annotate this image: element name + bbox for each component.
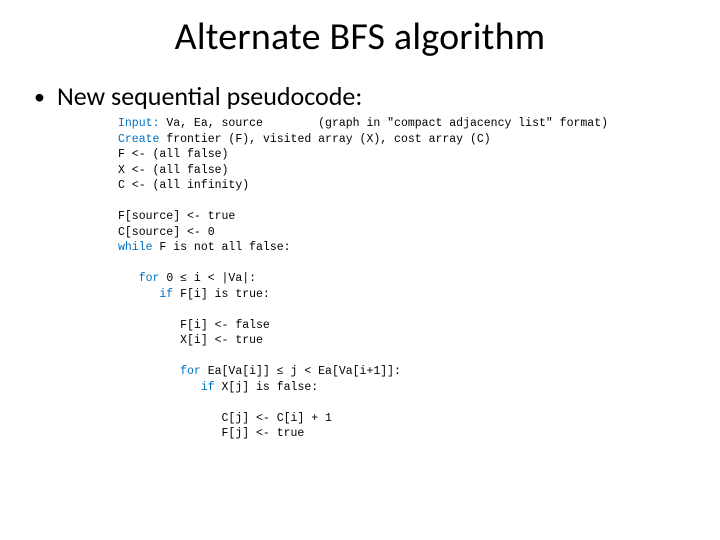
bullet-item: • New sequential pseudocode: [34, 80, 680, 112]
slide-title: Alternate BFS algorithm [40, 14, 680, 60]
kw-if: if [118, 288, 173, 301]
code-line: F[j] <- true [118, 427, 304, 440]
slide: Alternate BFS algorithm • New sequential… [0, 0, 720, 540]
kw-for: for [118, 365, 201, 378]
code-line: Va, Ea, source (graph in "compact adjace… [159, 117, 608, 130]
code-line: C <- (all infinity) [118, 179, 249, 192]
kw-create: Create [118, 133, 159, 146]
bullet-text: New sequential pseudocode: [57, 80, 362, 112]
kw-input: Input: [118, 117, 159, 130]
bullet-dot-icon: • [34, 86, 45, 108]
code-line: F[source] <- true [118, 210, 235, 223]
code-line: X[i] <- true [118, 334, 263, 347]
kw-for: for [118, 272, 159, 285]
code-line: F[i] is true: [173, 288, 270, 301]
code-line: Ea[Va[i]] ≤ j < Ea[Va[i+1]]: [201, 365, 401, 378]
code-line: X <- (all false) [118, 164, 228, 177]
kw-if: if [118, 381, 215, 394]
pseudocode-block: Input: Va, Ea, source (graph in "compact… [118, 116, 680, 442]
code-line: X[j] is false: [215, 381, 319, 394]
code-line: C[j] <- C[i] + 1 [118, 412, 332, 425]
code-line: F is not all false: [153, 241, 291, 254]
code-line: F <- (all false) [118, 148, 228, 161]
code-line: C[source] <- 0 [118, 226, 215, 239]
code-line: frontier (F), visited array (X), cost ar… [159, 133, 490, 146]
code-line: 0 ≤ i < |Va|: [159, 272, 256, 285]
kw-while: while [118, 241, 153, 254]
code-line: F[i] <- false [118, 319, 270, 332]
